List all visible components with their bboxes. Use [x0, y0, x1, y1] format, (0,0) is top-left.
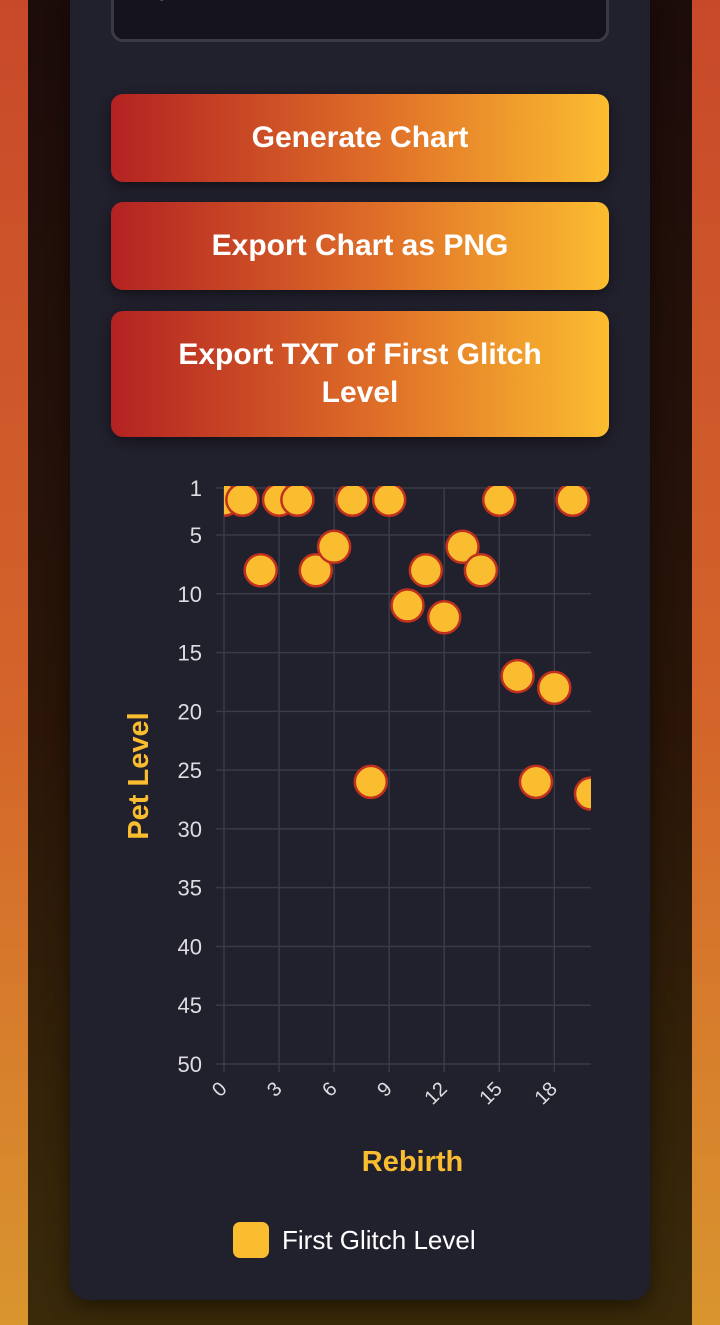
y-tick-label: 40	[178, 934, 202, 959]
y-tick-label: 1	[190, 476, 202, 501]
y-tick-label: 35	[178, 876, 202, 901]
legend-label: First Glitch Level	[282, 1225, 476, 1255]
data-point[interactable]	[555, 484, 590, 518]
data-point[interactable]	[518, 764, 554, 800]
y-tick-label: 20	[178, 699, 202, 724]
y-axis-title: Pet Level	[123, 712, 155, 839]
y-tick-label: 45	[178, 993, 202, 1018]
data-point[interactable]	[243, 553, 278, 588]
y-tick-label: 25	[178, 758, 202, 783]
legend-swatch	[233, 1222, 269, 1258]
y-tick-label: 30	[178, 817, 202, 842]
data-point[interactable]	[390, 588, 425, 623]
data-point[interactable]	[316, 529, 352, 565]
x-tick-label: 3	[263, 1078, 286, 1101]
x-axis-title: Rebirth	[362, 1146, 464, 1178]
data-point[interactable]	[537, 670, 572, 706]
data-point[interactable]	[500, 658, 535, 694]
data-point[interactable]	[335, 484, 370, 518]
data-point[interactable]	[408, 553, 444, 588]
data-point[interactable]	[463, 553, 499, 588]
data-point[interactable]	[482, 484, 517, 518]
data-point[interactable]	[573, 776, 607, 811]
x-tick-label: 0	[208, 1078, 231, 1101]
data-point[interactable]	[280, 484, 315, 518]
series-points	[224, 484, 607, 811]
main-panel: 20 Generate Chart Export Chart as PNG Ex…	[70, 0, 650, 1300]
y-tick-label: 50	[178, 1052, 202, 1077]
y-tick-label: 10	[178, 582, 202, 607]
x-tick-label: 6	[318, 1078, 341, 1101]
data-point[interactable]	[225, 484, 260, 518]
data-point[interactable]	[371, 484, 407, 518]
x-tick-label: 9	[373, 1078, 396, 1101]
y-tick-label: 15	[178, 641, 202, 666]
x-tick-label: 12	[420, 1078, 451, 1109]
x-tick-label: 15	[475, 1078, 506, 1109]
data-point[interactable]	[426, 600, 462, 635]
x-tick-label: 18	[531, 1078, 562, 1109]
y-tick-label: 5	[190, 523, 202, 548]
scatter-chart: 151015202530354045500 3 6 9 12 15 18RebirthPet…	[123, 476, 607, 1258]
data-point[interactable]	[353, 764, 389, 800]
